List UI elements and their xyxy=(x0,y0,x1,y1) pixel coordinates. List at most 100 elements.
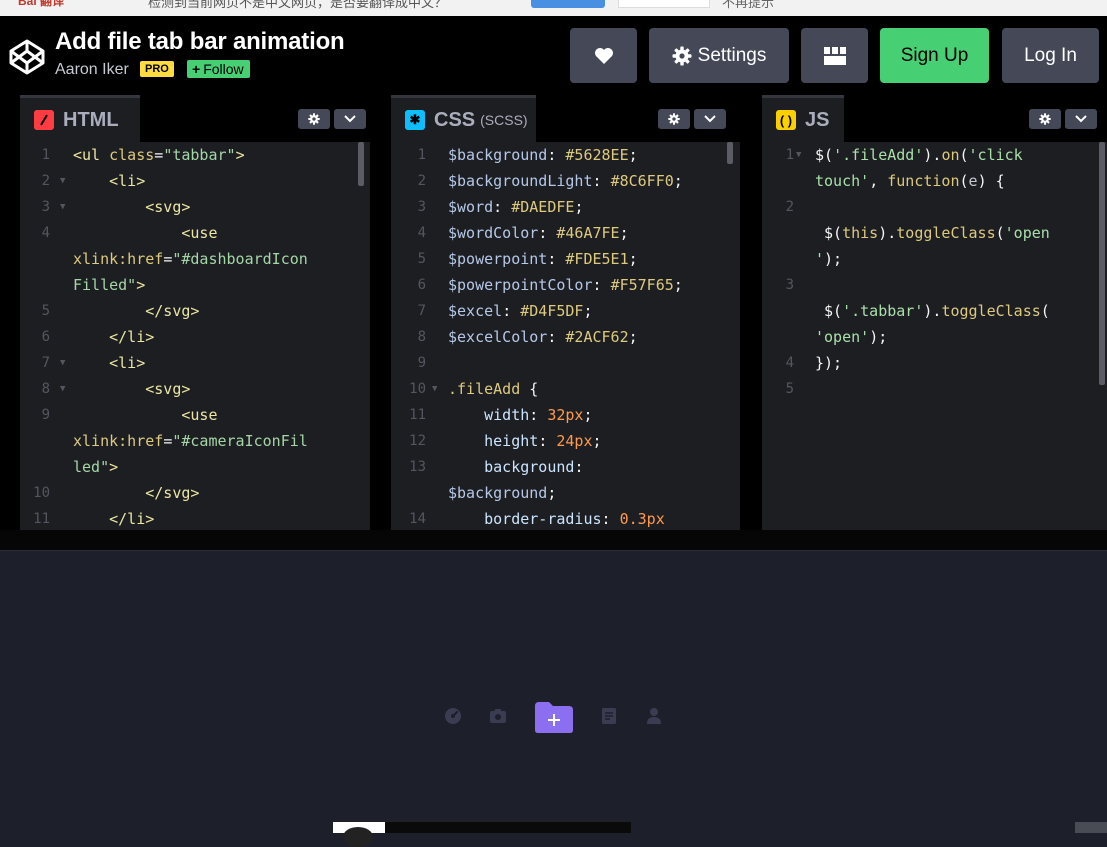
translate-language-select[interactable] xyxy=(618,0,710,8)
chevron-down-icon xyxy=(1075,115,1087,123)
css-scrollbar[interactable] xyxy=(727,142,733,164)
code-line: $excel: #D4F5DF; xyxy=(448,302,593,320)
codepen-logo-icon[interactable] xyxy=(8,38,46,76)
fold-icon[interactable]: ▼ xyxy=(60,376,65,402)
css-code[interactable]: 1 2 3 4 5 6 7 8 9 10 ▼ 11 12 13 14 $backg… xyxy=(391,142,740,530)
js-editor-panel: ( ) JS 1 ▼ 2 3 4 5 $('.fileAdd').on('clic… xyxy=(762,95,1107,530)
change-view-button[interactable] xyxy=(801,28,868,83)
author-name[interactable]: Aaron Iker xyxy=(55,61,129,79)
js-tab[interactable]: ( ) JS xyxy=(762,95,844,142)
line-number: 11 xyxy=(33,511,50,527)
user-icon[interactable] xyxy=(644,706,664,726)
fold-icon[interactable]: ▼ xyxy=(60,194,65,220)
code-line: </li> xyxy=(73,510,155,528)
chevron-down-icon xyxy=(344,115,356,123)
code-line: $('.fileAdd').on('click xyxy=(815,146,1023,164)
result-preview[interactable] xyxy=(0,551,1107,847)
gear-icon xyxy=(672,46,692,65)
fold-icon[interactable]: ▼ xyxy=(432,376,437,402)
line-number: 8 xyxy=(41,381,50,397)
html-settings-button[interactable] xyxy=(298,109,330,129)
js-settings-button[interactable] xyxy=(1029,109,1061,129)
js-collapse-button[interactable] xyxy=(1065,109,1097,129)
heart-icon xyxy=(594,47,613,64)
like-button[interactable] xyxy=(570,28,637,83)
line-number: 7 xyxy=(417,303,426,319)
translate-bar: Bai 翻译 检测到当前网页不是中文网页，是否要翻译成中文？ 不再提示 xyxy=(0,0,1107,16)
html-tab[interactable]: HTML xyxy=(20,95,140,142)
pen-title[interactable]: Add file tab bar animation xyxy=(55,28,345,56)
fold-icon[interactable]: ▼ xyxy=(60,350,65,376)
code-line: $background: #5628EE; xyxy=(448,146,638,164)
log-in-button[interactable]: Log In xyxy=(1002,28,1099,83)
code-line: '); xyxy=(815,250,843,268)
line-number: 1 xyxy=(417,147,426,163)
corner-button[interactable] xyxy=(1075,822,1107,833)
pen-header: Add file tab bar animation Aaron Iker PR… xyxy=(0,16,1107,95)
code-line: touch', function(e) { xyxy=(815,172,1005,190)
code-line: </svg> xyxy=(73,484,200,502)
html-collapse-button[interactable] xyxy=(334,109,366,129)
code-line: <li> xyxy=(73,354,146,372)
add-file-button[interactable] xyxy=(533,700,575,734)
code-line: $powerpoint: #FDE5E1; xyxy=(448,250,638,268)
line-number: 9 xyxy=(417,355,426,371)
js-code[interactable]: 1 ▼ 2 3 4 5 $('.fileAdd').on('click touch… xyxy=(762,142,1107,530)
code-line: Filled"> xyxy=(73,276,146,294)
avatar[interactable] xyxy=(333,822,385,847)
line-number: 13 xyxy=(409,459,426,475)
code-line: <ul class="tabbar"> xyxy=(73,146,245,164)
line-number: 7 xyxy=(41,355,50,371)
chevron-down-icon xyxy=(704,115,716,123)
code-line: height: 24px; xyxy=(448,432,602,450)
css-tab[interactable]: ✱ CSS (SCSS) xyxy=(391,95,536,142)
css-collapse-button[interactable] xyxy=(694,109,726,129)
code-line: width: 32px; xyxy=(448,406,593,424)
line-number: 4 xyxy=(785,355,794,371)
line-number: 5 xyxy=(41,303,50,319)
html-tab-label: HTML xyxy=(63,108,119,131)
notes-icon[interactable] xyxy=(599,706,619,726)
line-number: 4 xyxy=(417,225,426,241)
settings-button[interactable]: Settings xyxy=(649,28,789,83)
js-scrollbar[interactable] xyxy=(1099,142,1105,385)
camera-icon[interactable] xyxy=(488,706,508,726)
fold-icon[interactable]: ▼ xyxy=(60,168,65,194)
css-icon: ✱ xyxy=(405,110,425,130)
line-number: 14 xyxy=(409,511,426,527)
editor-resize-handle[interactable] xyxy=(0,530,1107,551)
line-number: 2 xyxy=(417,173,426,189)
code-line: <li> xyxy=(73,172,146,190)
line-number: 10 xyxy=(409,381,426,397)
code-line: $('.tabbar').toggleClass( xyxy=(815,302,1050,320)
gear-icon xyxy=(1039,113,1051,125)
js-icon: ( ) xyxy=(776,110,796,130)
translate-dismiss-link[interactable]: 不再提示 xyxy=(722,0,774,11)
code-line: $backgroundLight: #8C6FF0; xyxy=(448,172,683,190)
sign-up-button[interactable]: Sign Up xyxy=(880,28,989,83)
plus-icon: + xyxy=(192,61,201,77)
line-number: 1 xyxy=(785,147,794,163)
css-settings-button[interactable] xyxy=(658,109,690,129)
fold-icon[interactable]: ▼ xyxy=(796,142,801,168)
gear-icon xyxy=(308,113,320,125)
html-editor-panel: HTML 1 2 ▼ 3 ▼ 4 5 6 7 ▼ 8 ▼ 9 10 11 <ul cla… xyxy=(20,95,370,530)
code-line: $background; xyxy=(448,484,557,502)
translate-confirm-button[interactable] xyxy=(531,0,605,8)
dashboard-icon[interactable] xyxy=(443,706,463,726)
code-line: </svg> xyxy=(73,302,200,320)
line-number: 4 xyxy=(41,225,50,241)
follow-button[interactable]: + Follow xyxy=(187,60,250,78)
line-number: 6 xyxy=(41,329,50,345)
html-code[interactable]: 1 2 ▼ 3 ▼ 4 5 6 7 ▼ 8 ▼ 9 10 11 <ul class="t… xyxy=(20,142,370,530)
code-line: $word: #DAEDFE; xyxy=(448,198,584,216)
gear-icon xyxy=(668,113,680,125)
line-number: 8 xyxy=(417,329,426,345)
code-line: $(this).toggleClass('open xyxy=(815,224,1050,242)
html-scrollbar[interactable] xyxy=(358,142,364,186)
line-number: 1 xyxy=(41,147,50,163)
pro-badge[interactable]: PRO xyxy=(140,61,174,77)
code-line: <use xyxy=(73,406,218,424)
line-number: 3 xyxy=(417,199,426,215)
line-number: 6 xyxy=(417,277,426,293)
